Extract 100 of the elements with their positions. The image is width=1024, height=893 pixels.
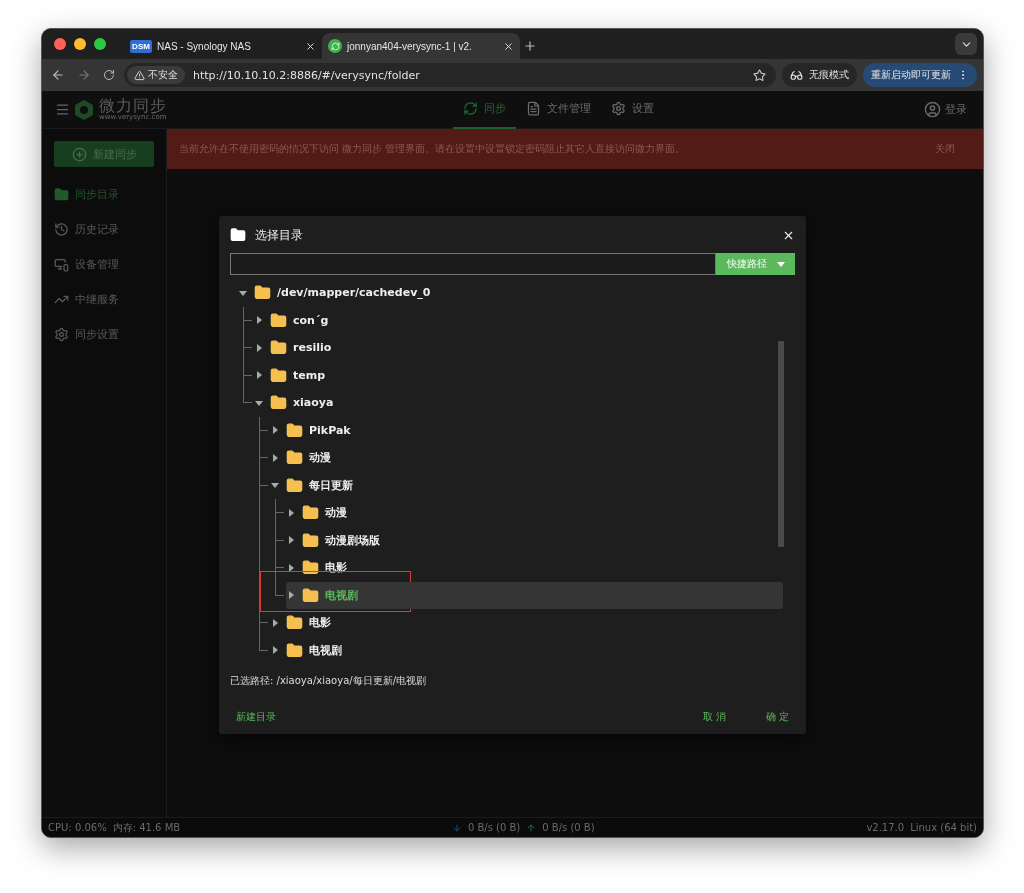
url-text: http://10.10.10.2:8886/#/verysync/folder [193, 68, 421, 82]
folder-icon [270, 339, 287, 357]
scrollbar[interactable] [778, 341, 784, 547]
folder-name: 每日更新 [309, 477, 353, 493]
logo-text: 微力同步 [99, 98, 167, 114]
folder-row[interactable]: 动漫 [270, 444, 783, 472]
tree-connector [259, 471, 268, 486]
folder-icon [54, 187, 69, 202]
folder-row[interactable]: 每日更新 [270, 471, 783, 499]
caret-icon[interactable] [270, 452, 280, 463]
update-button[interactable]: 重新启动即可更新 [863, 63, 977, 87]
caret-icon[interactable] [270, 645, 280, 656]
caret-icon[interactable] [254, 342, 264, 353]
minimize-window-icon[interactable] [74, 38, 86, 50]
caret-icon[interactable] [286, 590, 296, 601]
sync-icon [463, 101, 478, 116]
warning-icon [134, 69, 145, 81]
browser-tab[interactable]: jonnyan404-verysync-1 | v2. [322, 33, 520, 59]
caret-icon[interactable] [286, 535, 296, 546]
close-icon[interactable] [305, 40, 316, 52]
browser-tab[interactable]: DSM NAS - Synology NAS [124, 33, 322, 59]
folder-row[interactable]: con´g [254, 306, 783, 334]
login-button[interactable]: 登录 [918, 100, 973, 119]
folder-icon [302, 531, 319, 549]
download-rate: 0 B/s (0 B) [467, 822, 521, 833]
folder-name: 电影 [309, 615, 331, 631]
bookmark-icon[interactable] [753, 68, 766, 82]
tab-list-button[interactable] [955, 33, 977, 55]
caret-icon[interactable] [270, 617, 280, 628]
version-text: v2.17.0 [866, 822, 905, 833]
folder-name: 动漫剧场版 [325, 532, 380, 548]
caret-icon[interactable] [254, 315, 264, 326]
incognito-badge[interactable]: 无痕模式 [782, 63, 857, 87]
tree-connector [259, 416, 268, 431]
folder-row[interactable]: xiaoya [254, 389, 783, 417]
close-icon[interactable] [503, 40, 514, 52]
folder-name: con´g [293, 313, 329, 327]
folder-row[interactable]: 动漫 [286, 499, 783, 527]
caret-icon[interactable] [286, 507, 296, 518]
folder-name: PikPak [309, 423, 351, 437]
folder-icon [286, 641, 303, 659]
folder-row[interactable]: 电视剧 [270, 636, 783, 664]
tree-line [243, 320, 244, 334]
tab-title: jonnyan404-verysync-1 | v2. [347, 40, 473, 52]
folder-row[interactable]: PikPak [270, 416, 783, 444]
folder-icon [254, 284, 271, 302]
security-badge[interactable]: 不安全 [127, 66, 185, 84]
path-input-field[interactable] [230, 253, 716, 275]
zoom-window-icon[interactable] [94, 38, 106, 50]
folder-icon [286, 614, 303, 632]
tree-line [259, 623, 260, 637]
folder-name: resilio [293, 341, 332, 355]
gear-icon [611, 101, 626, 116]
tree-connector [259, 609, 268, 623]
folder-row[interactable]: /dev/mapper/cachedev_0 [238, 279, 783, 307]
folder-row[interactable]: 电影 [270, 609, 783, 637]
tree-connector [243, 361, 252, 376]
folder-name: 电视剧 [309, 642, 342, 658]
nav-tab[interactable]: 文件管理 [516, 90, 601, 129]
tree-connector [243, 306, 252, 321]
folder-icon [270, 311, 287, 329]
folder-icon [230, 227, 246, 243]
cpu-usage: CPU: 0.06% [48, 822, 107, 833]
memory-usage: 内存: 41.6 MB [112, 820, 181, 835]
history-icon [54, 222, 69, 237]
cancel-button[interactable]: 取 消 [697, 710, 733, 724]
address-bar[interactable]: 不安全 http://10.10.10.2:8886/#/verysync/folder [124, 63, 776, 87]
glasses-icon [790, 68, 803, 82]
download-icon [451, 822, 462, 833]
confirm-button[interactable]: 确 定 [760, 710, 795, 724]
tree-line [243, 375, 244, 389]
nav-tab[interactable]: 设置 [601, 90, 664, 129]
folder-name: /dev/mapper/cachedev_0 [277, 286, 431, 300]
tree-connector [243, 389, 252, 403]
caret-icon[interactable] [254, 370, 264, 381]
folder-icon [286, 476, 303, 494]
folder-icon [286, 449, 303, 467]
tree-connector [243, 334, 252, 348]
tree-connector [275, 554, 284, 568]
new-folder-button[interactable]: 新建目录 [230, 710, 282, 724]
folder-row[interactable]: temp [254, 361, 783, 389]
selected-path: 已选路径: /xiaoya/xiaoya/每日更新/电视剧 [230, 674, 427, 688]
user-icon [924, 101, 941, 118]
tree-connector [275, 499, 284, 513]
folder-row[interactable]: resilio [254, 334, 783, 362]
menu-icon [55, 102, 70, 117]
caret-icon[interactable] [286, 562, 296, 573]
caret-icon[interactable] [270, 425, 280, 436]
plus-icon [523, 39, 537, 53]
devices-icon [54, 257, 69, 272]
tree-line [275, 540, 276, 554]
folder-name: xiaoya [293, 396, 334, 410]
close-window-icon[interactable] [54, 38, 66, 50]
platform-text: Linux (64 bit) [910, 822, 977, 833]
selected-folder-row[interactable]: 电视剧 [286, 581, 783, 609]
folder-row[interactable]: 动漫剧场版 [286, 526, 783, 554]
tree-connector [275, 526, 284, 541]
forward-arrow-icon [77, 68, 91, 82]
tree-connector [275, 581, 284, 596]
tree-line [275, 513, 276, 527]
